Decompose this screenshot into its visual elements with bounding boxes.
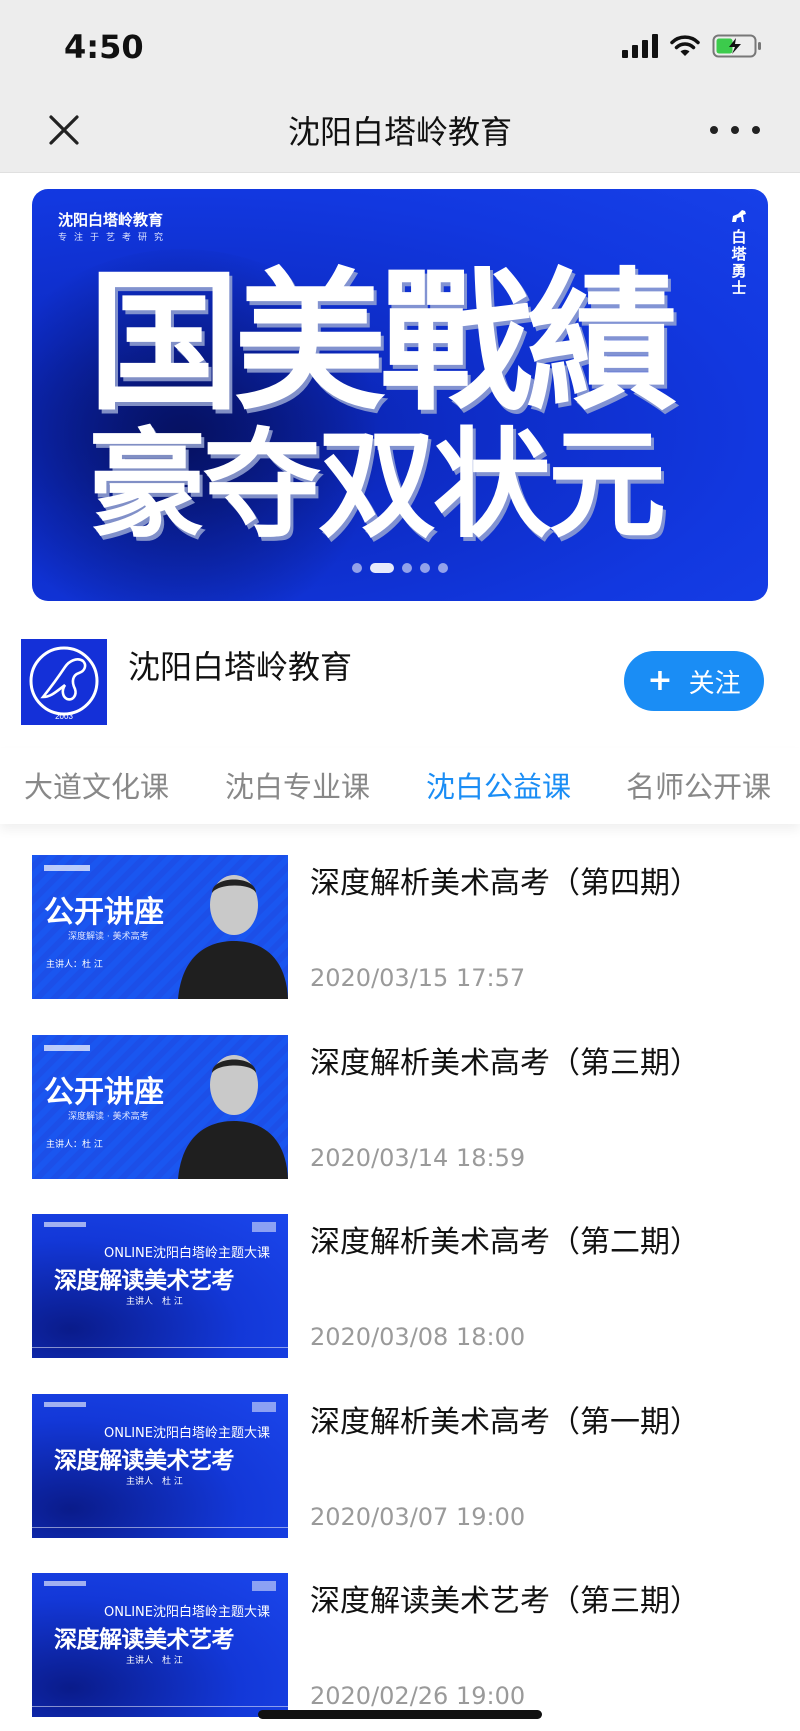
banner-side-text: 白塔勇士	[731, 228, 747, 297]
list-item[interactable]: ONLINE沈阳白塔岭主题大课 深度解读美术艺考 主讲人 杜 江 深度解析美术高…	[0, 1391, 800, 1541]
carousel-dot[interactable]	[420, 563, 430, 573]
page-title: 沈阳白塔岭教育	[287, 113, 512, 151]
tab-charity[interactable]: 沈白公益课	[426, 764, 571, 806]
article-thumbnail: 公开讲座 深度解读 · 美术高考 主讲人：杜 江	[32, 855, 288, 999]
article-date: 2020/03/15 17:57	[310, 964, 526, 992]
list-item[interactable]: ONLINE沈阳白塔岭主题大课 深度解读美术艺考 主讲人 杜 江 深度解读美术艺…	[0, 1570, 800, 1720]
speaker-photo	[178, 1055, 288, 1179]
account-name: 沈阳白塔岭教育	[128, 648, 353, 686]
list-item[interactable]: 公开讲座 深度解读 · 美术高考 主讲人：杜 江 深度解析美术高考（第四期） 2…	[0, 852, 800, 1002]
wifi-icon	[670, 35, 700, 56]
banner-carousel[interactable]: 沈阳白塔岭教育 专注于艺考研究 白塔勇士 国美戰績 豪夺双状元	[32, 189, 768, 601]
horse-logo-icon: 2003	[21, 639, 107, 725]
article-date: 2020/03/08 18:00	[310, 1323, 526, 1351]
more-icon[interactable]	[710, 116, 760, 144]
category-tabs: 大道文化课 沈白专业课 沈白公益课 名师公开课	[0, 748, 800, 824]
banner-side-tag: 白塔勇士	[728, 209, 750, 297]
avatar[interactable]: 2003	[21, 639, 107, 725]
status-time: 4:50	[64, 28, 144, 66]
carousel-dot[interactable]	[438, 563, 448, 573]
tab-major[interactable]: 沈白专业课	[225, 764, 370, 806]
banner-brand: 沈阳白塔岭教育	[58, 211, 164, 229]
article-date: 2020/03/14 18:59	[310, 1144, 526, 1172]
article-title: 深度解读美术艺考（第三期）	[310, 1584, 700, 1619]
list-item[interactable]: ONLINE沈阳白塔岭主题大课 深度解读美术艺考 主讲人 杜 江 深度解析美术高…	[0, 1211, 800, 1361]
battery-charging-icon	[712, 34, 761, 58]
article-thumbnail: 公开讲座 深度解读 · 美术高考 主讲人：杜 江	[32, 1035, 288, 1179]
banner-headline-1: 国美戰績	[88, 254, 678, 431]
follow-label: 关注	[688, 668, 741, 699]
article-title: 深度解析美术高考（第四期）	[310, 866, 700, 901]
avatar-caption: 2003	[55, 712, 73, 721]
nav-bar: 沈阳白塔岭教育	[0, 92, 800, 173]
article-title: 深度解析美术高考（第三期）	[310, 1046, 700, 1081]
carousel-dot[interactable]	[352, 563, 362, 573]
banner-headline-2: 豪夺双状元	[88, 416, 666, 554]
article-date: 2020/03/07 19:00	[310, 1503, 526, 1531]
article-title: 深度解析美术高考（第一期）	[310, 1405, 700, 1440]
cellular-signal-icon	[622, 34, 658, 58]
list-item[interactable]: 公开讲座 深度解读 · 美术高考 主讲人：杜 江 深度解析美术高考（第三期） 2…	[0, 1032, 800, 1182]
plus-icon: +	[647, 663, 673, 698]
banner-brand-subtitle: 专注于艺考研究	[58, 233, 171, 243]
horse-icon	[732, 210, 746, 222]
home-indicator	[258, 1710, 542, 1719]
article-date: 2020/02/26 19:00	[310, 1682, 526, 1710]
carousel-dot[interactable]	[402, 563, 412, 573]
tab-culture[interactable]: 大道文化课	[24, 764, 169, 806]
account-header: 2003 沈阳白塔岭教育 + 关注	[0, 630, 800, 740]
article-thumbnail: ONLINE沈阳白塔岭主题大课 深度解读美术艺考 主讲人 杜 江	[32, 1214, 288, 1358]
follow-button[interactable]: + 关注	[624, 651, 764, 711]
article-thumbnail: ONLINE沈阳白塔岭主题大课 深度解读美术艺考 主讲人 杜 江	[32, 1394, 288, 1538]
article-title: 深度解析美术高考（第二期）	[310, 1225, 700, 1260]
carousel-indicator	[32, 563, 768, 573]
speaker-photo	[178, 875, 288, 999]
tab-open-class[interactable]: 名师公开课	[626, 764, 771, 806]
article-thumbnail: ONLINE沈阳白塔岭主题大课 深度解读美术艺考 主讲人 杜 江	[32, 1573, 288, 1717]
status-icons	[622, 33, 762, 59]
carousel-dot[interactable]	[370, 563, 394, 573]
status-bar: 4:50	[0, 0, 800, 92]
